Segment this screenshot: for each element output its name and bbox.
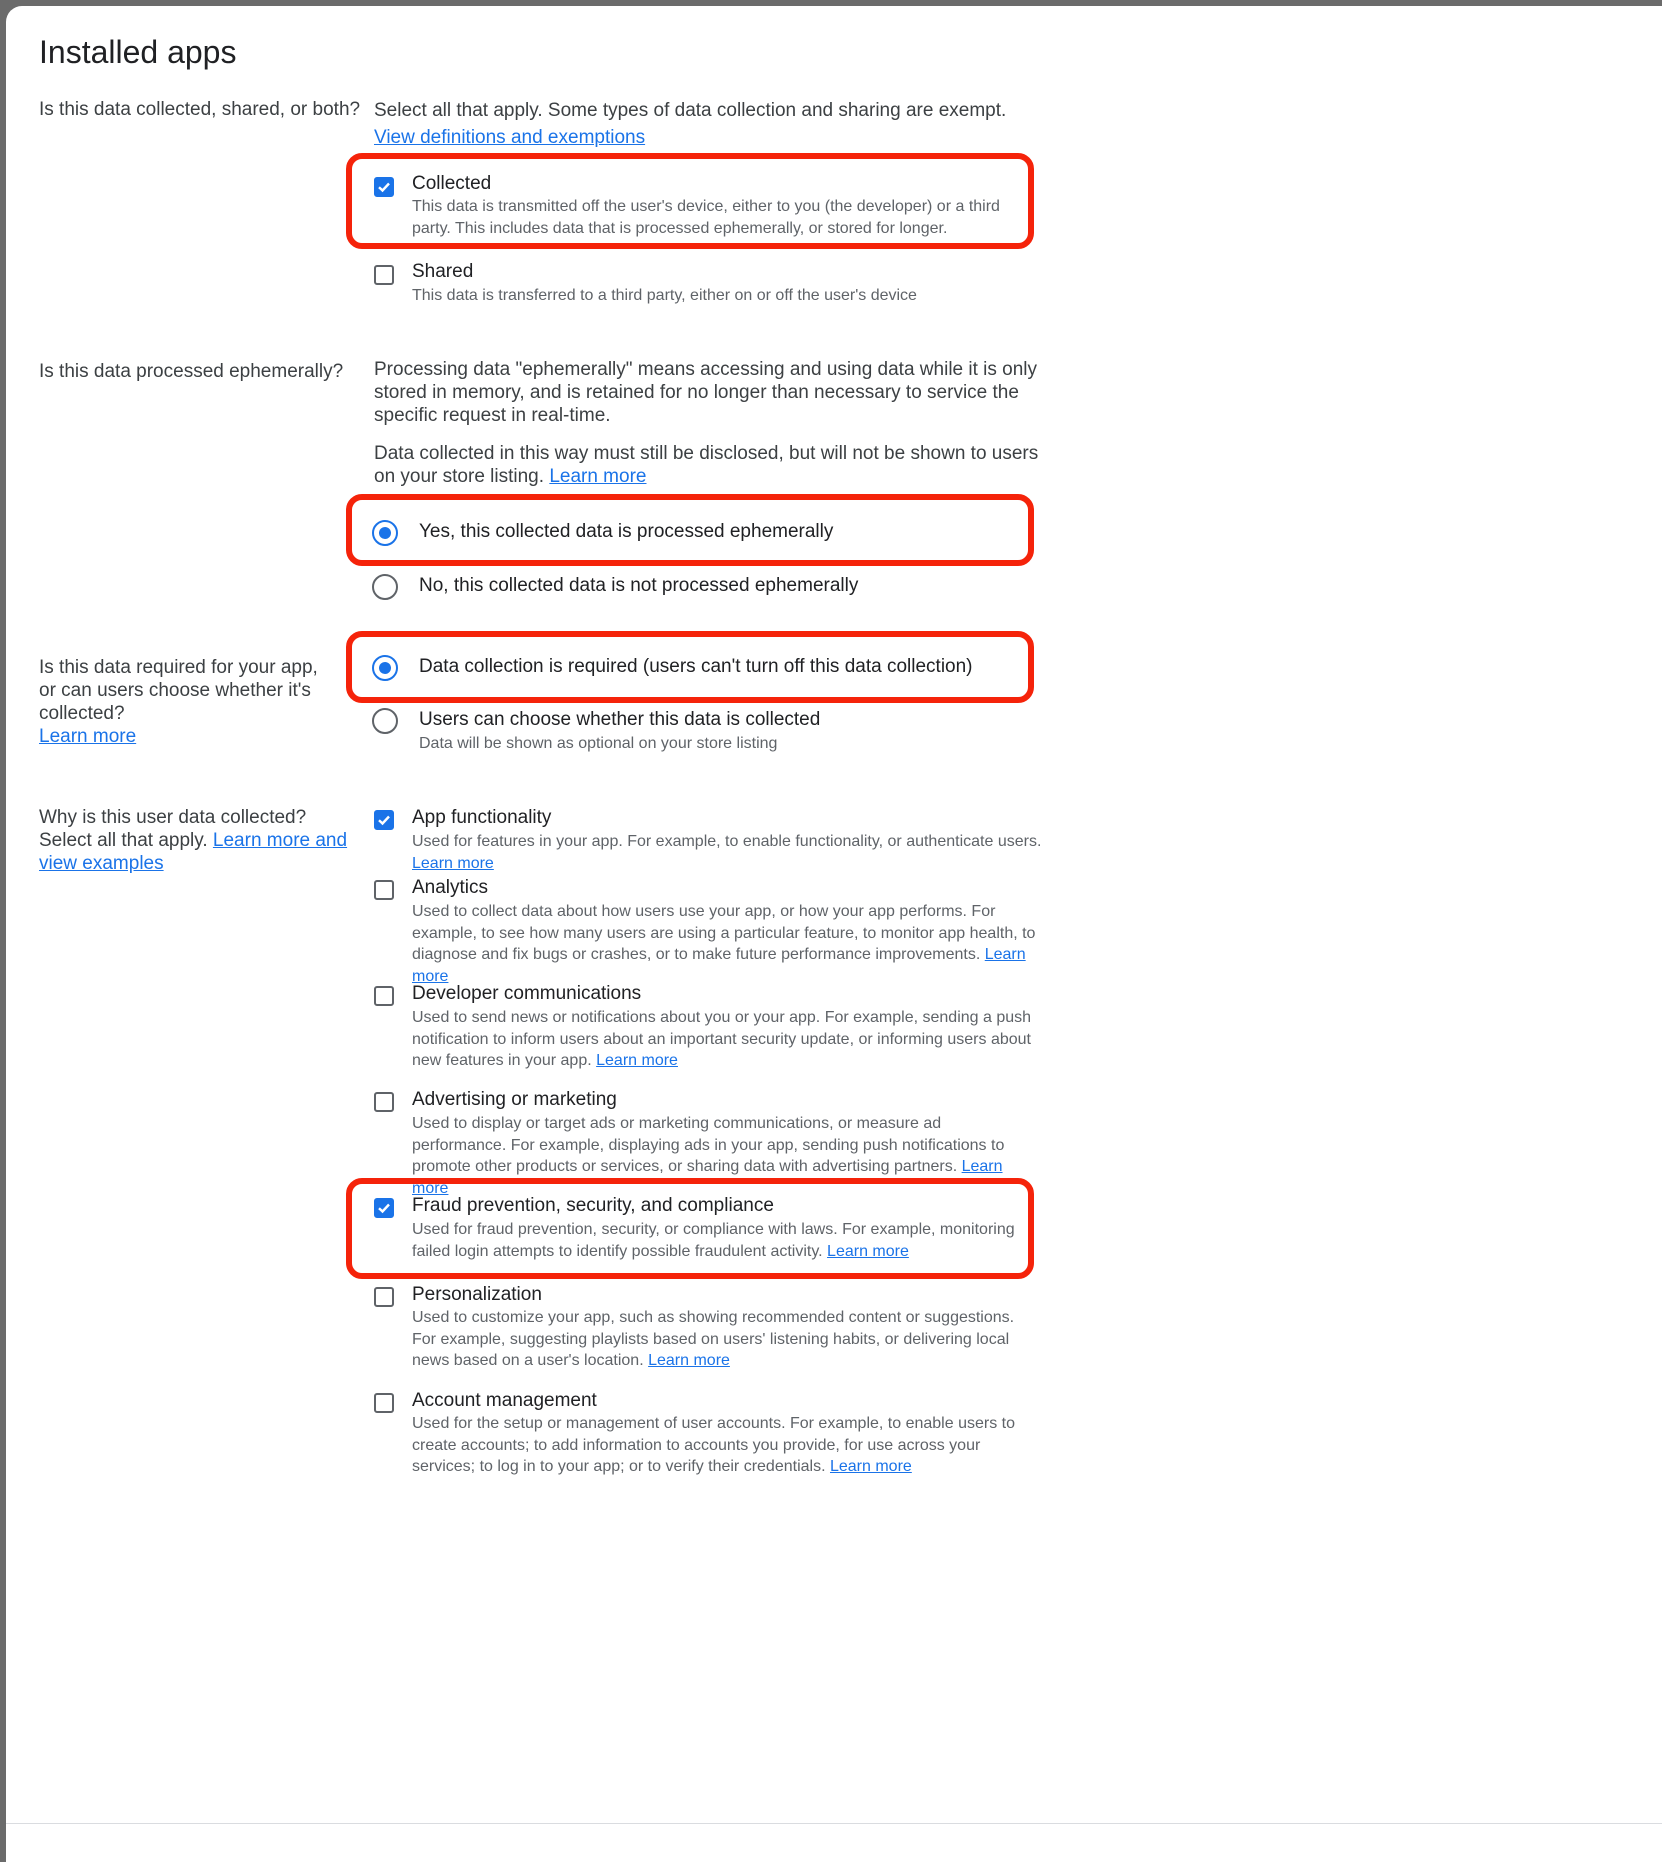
app-functionality-checkbox[interactable] [374, 810, 394, 830]
ephemeral-learn-more-link[interactable]: Learn more [549, 466, 646, 487]
ephemeral-p1: Processing data "ephemerally" means acce… [374, 359, 1038, 426]
analytics-desc-wrap: Used to collect data about how users use… [412, 901, 1042, 987]
fraud-prevention-desc-wrap: Used for fraud prevention, security, or … [412, 1219, 1027, 1262]
ephemeral-yes-label: Yes, this collected data is processed ep… [419, 521, 834, 542]
checkmark-icon [378, 182, 390, 193]
fraud-prevention-learn-more-link[interactable]: Learn more [827, 1243, 909, 1260]
required-question-wrap: Is this data required for your app, or c… [39, 656, 339, 748]
account-management-desc: Used for the setup or management of user… [412, 1415, 1015, 1475]
advertising-label: Advertising or marketing [412, 1089, 617, 1110]
ephemeral-question: Is this data processed ephemerally? [39, 361, 344, 382]
ephemeral-p2-wrap: Data collected in this way must still be… [374, 442, 1064, 488]
app-functionality-desc: Used for features in your app. For examp… [412, 833, 1042, 850]
collected-checkbox[interactable] [374, 177, 394, 197]
required-learn-more-link[interactable]: Learn more [39, 726, 136, 747]
fraud-prevention-desc: Used for fraud prevention, security, or … [412, 1221, 1015, 1260]
required-question: Is this data required for your app, or c… [39, 657, 318, 724]
developer-communications-learn-more-link[interactable]: Learn more [596, 1052, 678, 1069]
shared-label: Shared [412, 261, 474, 282]
developer-communications-desc: Used to send news or notifications about… [412, 1009, 1032, 1069]
ephemeral-no-radio[interactable] [372, 574, 398, 600]
footer-divider [6, 1823, 1662, 1824]
account-management-desc-wrap: Used for the setup or management of user… [412, 1413, 1047, 1478]
collected-shared-intro: Select all that apply. Some types of dat… [374, 97, 1154, 151]
installed-apps-panel: Installed apps Is this data collected, s… [6, 6, 1662, 1862]
radio-dot-icon [379, 527, 391, 539]
ephemeral-yes-radio[interactable] [372, 520, 398, 546]
fraud-prevention-checkbox[interactable] [374, 1198, 394, 1218]
optional-radio[interactable] [372, 708, 398, 734]
developer-communications-label: Developer communications [412, 983, 642, 1004]
developer-communications-desc-wrap: Used to send news or notifications about… [412, 1007, 1062, 1072]
advertising-checkbox[interactable] [374, 1092, 394, 1112]
app-functionality-learn-more-link[interactable]: Learn more [412, 855, 494, 872]
personalization-desc-wrap: Used to customize your app, such as show… [412, 1307, 1037, 1372]
checkmark-icon [378, 1203, 390, 1214]
ephemeral-p2: Data collected in this way must still be… [374, 443, 1039, 487]
analytics-checkbox[interactable] [374, 880, 394, 900]
radio-dot-icon [379, 662, 391, 674]
collected-label: Collected [412, 173, 492, 194]
advertising-desc-wrap: Used to display or target ads or marketi… [412, 1113, 1012, 1199]
required-yes-label: Data collection is required (users can't… [419, 656, 973, 677]
checkmark-icon [378, 815, 390, 826]
optional-label: Users can choose whether this data is co… [419, 709, 821, 730]
account-management-checkbox[interactable] [374, 1393, 394, 1413]
collected-shared-question: Is this data collected, shared, or both? [39, 99, 361, 120]
shared-checkbox[interactable] [374, 265, 394, 285]
account-management-label: Account management [412, 1390, 597, 1411]
ephemeral-no-label: No, this collected data is not processed… [419, 575, 859, 596]
optional-desc: Data will be shown as optional on your s… [419, 735, 778, 752]
page-title: Installed apps [39, 34, 237, 70]
shared-desc: This data is transferred to a third part… [412, 287, 917, 304]
intro-text: Select all that apply. Some types of dat… [374, 100, 1007, 121]
advertising-desc: Used to display or target ads or marketi… [412, 1115, 1005, 1175]
app-functionality-desc-wrap: Used for features in your app. For examp… [412, 831, 1062, 874]
fraud-prevention-label: Fraud prevention, security, and complian… [412, 1195, 774, 1216]
personalization-learn-more-link[interactable]: Learn more [648, 1352, 730, 1369]
account-management-learn-more-link[interactable]: Learn more [830, 1458, 912, 1475]
personalization-checkbox[interactable] [374, 1287, 394, 1307]
personalization-label: Personalization [412, 1284, 542, 1305]
collected-desc: This data is transmitted off the user's … [412, 198, 1000, 237]
view-definitions-link[interactable]: View definitions and exemptions [374, 127, 645, 148]
developer-communications-checkbox[interactable] [374, 986, 394, 1006]
analytics-desc: Used to collect data about how users use… [412, 903, 1036, 963]
purpose-question-wrap: Why is this user data collected? Select … [39, 806, 349, 875]
analytics-label: Analytics [412, 877, 489, 898]
required-yes-radio[interactable] [372, 655, 398, 681]
app-functionality-label: App functionality [412, 807, 552, 828]
